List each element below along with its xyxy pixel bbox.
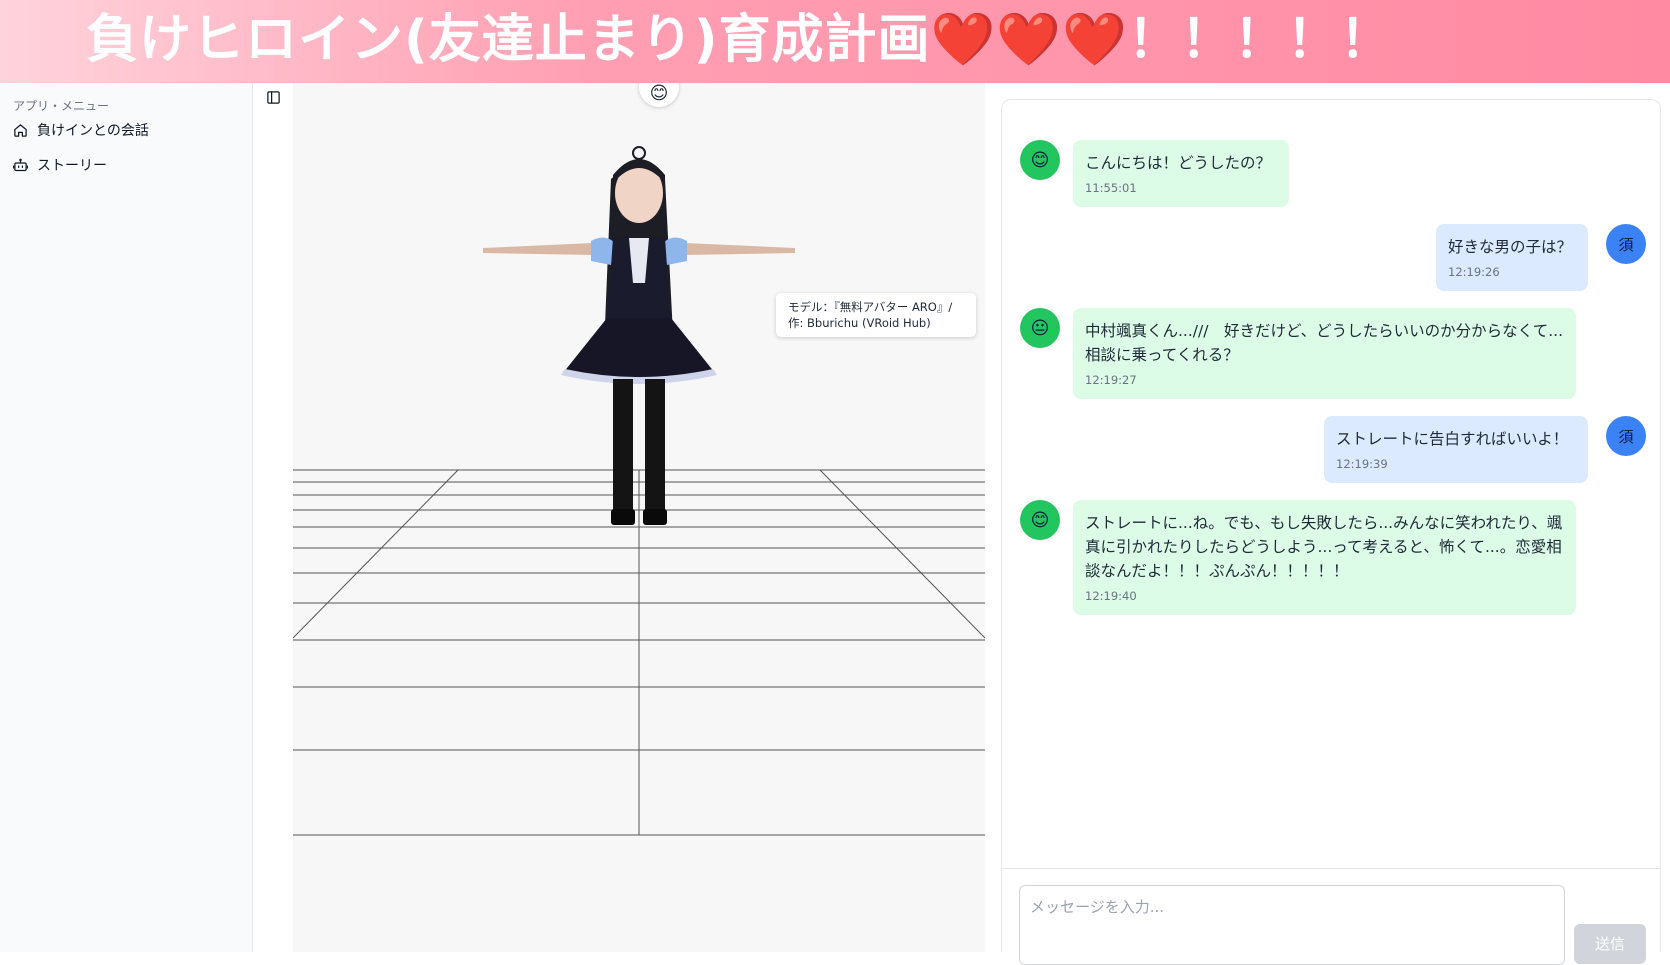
avatar-model [483, 146, 795, 525]
bot-avatar: 😊 [1020, 500, 1060, 540]
message-bubble: 中村颯真くん.../// 好きだけど、どうしたらいいのか分からなくて... 相談… [1073, 308, 1576, 399]
message-time: 12:19:39 [1336, 457, 1388, 471]
message-time: 12:19:40 [1085, 589, 1137, 603]
sidebar-item-label: 負けインとの会話 [37, 123, 149, 139]
sidebar-toggle-button[interactable] [263, 87, 283, 107]
sidebar-item-label: ストーリー [37, 158, 107, 174]
message-text: 好きな男の子は？ [1448, 238, 1573, 256]
message-bubble: ストレートに...ね。でも、もし失敗したら...みんなに笑われたり、颯真に引かれ… [1073, 500, 1576, 615]
message-text: ストレートに...ね。でも、もし失敗したら...みんなに笑われたり、颯真に引かれ… [1085, 514, 1563, 580]
message-bubble: 好きな男の子は？ 12:19:26 [1436, 224, 1588, 291]
hearts-icon: ❤️❤️❤️ [930, 10, 1128, 70]
home-icon [14, 123, 27, 137]
send-button[interactable]: 送信 [1574, 924, 1646, 964]
message-time: 12:19:26 [1448, 265, 1500, 279]
chat-panel: 😊 こんにちは！どうしたの？ 11:55:01 好きな男の子は？ 12:19:2… [1001, 99, 1662, 965]
floor-grid [293, 469, 985, 836]
model-credit: モデル：『無料アバター ARO』/ 作: Bburichu (VRoid Hub… [776, 293, 976, 337]
message-bubble: ストレートに告白すればいいよ！ 12:19:39 [1324, 416, 1588, 483]
bot-avatar: 😐 [1020, 308, 1060, 348]
scene-canvas [293, 146, 985, 836]
message-bubble: こんにちは！どうしたの？ 11:55:01 [1073, 140, 1289, 207]
app-title-text: 負けヒロイン(友達止まり)育成計画 [86, 10, 931, 70]
input-divider [1002, 868, 1660, 869]
message-text: ストレートに告白すればいいよ！ [1336, 430, 1569, 448]
credit-line: モデル：『無料アバター ARO』/ [788, 300, 953, 314]
sidebar-item-story[interactable]: ストーリー [8, 150, 244, 180]
sidebar-item-chat[interactable]: 負けインとの会話 [8, 115, 244, 145]
bot-icon [13, 158, 28, 171]
sidebar: アプリ・メニュー 負けインとの会話 ストーリー [0, 83, 253, 952]
app-banner: 負けヒロイン(友達止まり)育成計画❤️❤️❤️！！！！！ [0, 0, 1670, 83]
app-title-exclaim: ！！！！！ [1127, 10, 1393, 70]
message-list[interactable]: 😊 こんにちは！どうしたの？ 11:55:01 好きな男の子は？ 12:19:2… [1002, 100, 1662, 870]
bot-avatar: 😊 [1020, 140, 1060, 180]
message-input[interactable] [1019, 885, 1565, 965]
app-title: 負けヒロイン(友達止まり)育成計画❤️❤️❤️！！！！！ [86, 4, 1393, 76]
credit-line: 作: Bburichu (VRoid Hub) [788, 316, 931, 330]
sidebar-section-label: アプリ・メニュー [13, 99, 110, 113]
message-time: 12:19:27 [1085, 373, 1137, 387]
avatar-viewer[interactable]: 😊 モデル：『無料アバター ARO』/ 作: Bburichu (VRoid H… [293, 83, 985, 952]
user-avatar: 須 [1606, 224, 1646, 264]
message-time: 11:55:01 [1085, 181, 1137, 195]
panel-left-icon [266, 90, 280, 104]
message-text: こんにちは！どうしたの？ [1085, 154, 1272, 172]
message-text: 中村颯真くん.../// 好きだけど、どうしたらいいのか分からなくて... 相談… [1085, 322, 1563, 364]
user-avatar: 須 [1606, 416, 1646, 456]
